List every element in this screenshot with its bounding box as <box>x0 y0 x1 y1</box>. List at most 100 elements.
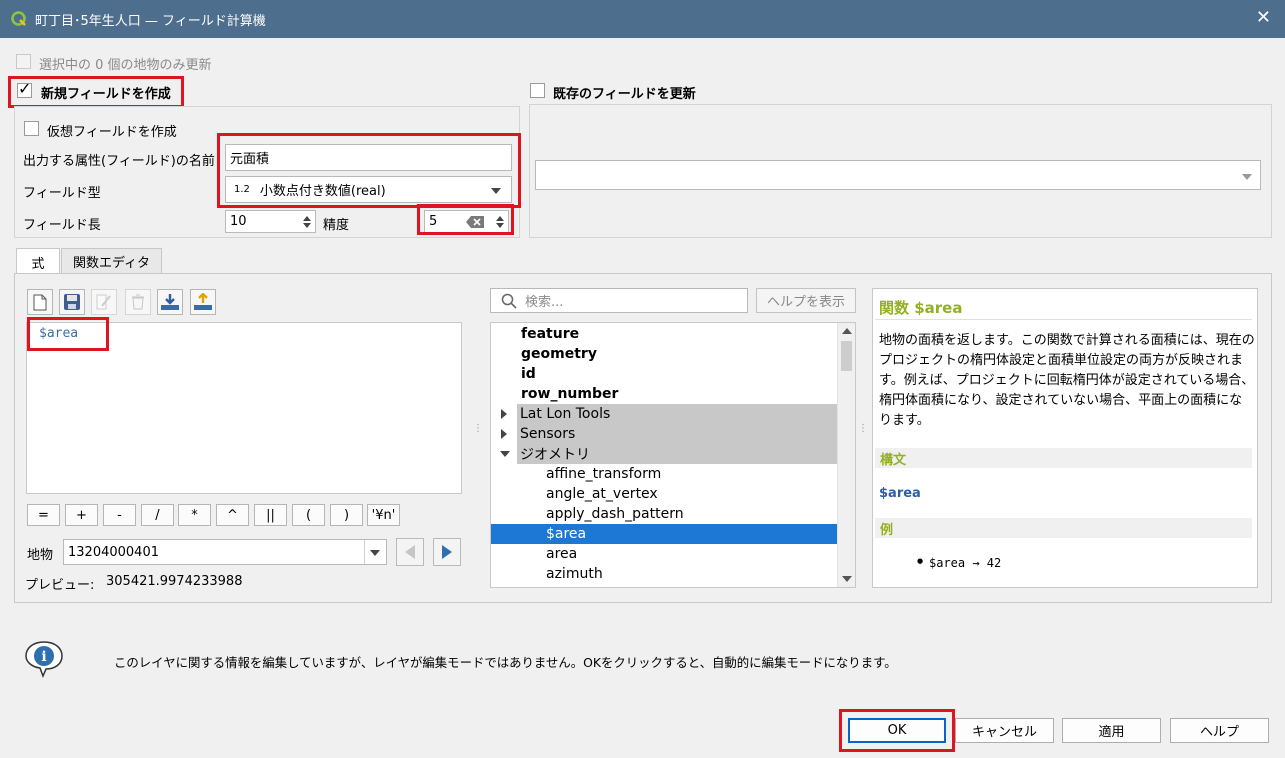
output-name-value: 元面積 <box>230 152 270 167</box>
arrow-left-icon <box>405 545 415 559</box>
ok-button[interactable]: OK <box>848 718 946 743</box>
create-new-field-checkbox[interactable] <box>17 79 32 98</box>
import-button[interactable] <box>157 289 183 315</box>
real-type-icon: 1.2 <box>234 184 250 195</box>
field-length-value: 10 <box>230 214 247 229</box>
only-selected-checkbox[interactable] <box>16 54 31 69</box>
tree-item[interactable]: id <box>491 364 837 384</box>
tree-item[interactable]: apply_dash_pattern <box>491 504 837 524</box>
tree-item[interactable]: affine_transform <box>491 464 837 484</box>
tree-item-selected[interactable]: $area <box>491 524 837 544</box>
expression-editor[interactable]: $area <box>26 322 462 494</box>
tree-item-label: Lat Lon Tools <box>520 406 611 422</box>
next-feature-button[interactable] <box>433 538 461 566</box>
tree-item[interactable]: azimuth <box>491 564 837 584</box>
new-file-button[interactable] <box>27 289 53 315</box>
expand-arrow-icon[interactable] <box>501 429 507 439</box>
search-icon <box>501 293 517 309</box>
splitter-handle[interactable]: ⋮ <box>473 424 483 434</box>
operator-power-button[interactable]: ^ <box>216 504 249 526</box>
feature-label: 地物 <box>27 548 54 563</box>
search-placeholder: 検索... <box>525 295 564 310</box>
tree-group[interactable]: Lat Lon Tools <box>517 404 837 424</box>
chevron-down-icon <box>491 188 501 194</box>
preview-value: 305421.9974233988 <box>106 574 243 589</box>
operator-newline-button[interactable]: '¥n' <box>367 504 400 526</box>
function-search-input[interactable]: 検索... <box>490 288 748 313</box>
help-button[interactable]: ヘルプ <box>1170 718 1269 743</box>
scroll-down-icon[interactable] <box>842 576 852 582</box>
tree-item[interactable]: geometry <box>491 344 837 364</box>
tree-scrollbar[interactable] <box>837 323 855 587</box>
field-length-spinbox[interactable]: 10 <box>225 210 316 233</box>
bullet-icon: ● <box>917 557 924 565</box>
precision-value: 5 <box>429 214 438 229</box>
tree-item-label: angle_at_vertex <box>546 486 658 502</box>
tree-item-label: Sensors <box>520 426 576 442</box>
tab-function-editor[interactable]: 関数エディタ <box>61 248 162 274</box>
operator-open-paren-button[interactable]: ( <box>292 504 325 526</box>
feature-select[interactable]: 13204000401 <box>63 539 387 565</box>
operator-equals-button[interactable]: = <box>27 504 60 526</box>
output-name-label: 出力する属性(フィールド)の名前 <box>23 154 215 169</box>
delete-button[interactable] <box>125 289 151 315</box>
download-icon <box>161 294 179 310</box>
tree-item-label: geometry <box>521 346 597 362</box>
field-type-select[interactable]: 1.2 小数点付き数値(real) <box>225 176 512 203</box>
show-help-button[interactable]: ヘルプを表示 <box>756 288 856 313</box>
create-new-field-label: 新規フィールドを作成 <box>41 87 171 102</box>
edit-button[interactable] <box>91 289 117 315</box>
qgis-logo-icon <box>11 11 26 26</box>
tree-item[interactable]: row_number <box>491 384 837 404</box>
tree-group[interactable]: Sensors <box>517 424 837 444</box>
edit-icon <box>96 294 111 310</box>
collapse-arrow-icon[interactable] <box>500 451 510 457</box>
info-icon: i <box>25 641 63 678</box>
expand-arrow-icon[interactable] <box>501 409 507 419</box>
virtual-field-label: 仮想フィールドを作成 <box>47 125 177 140</box>
tree-item[interactable]: area <box>491 544 837 564</box>
operator-plus-button[interactable]: + <box>65 504 98 526</box>
operator-multiply-button[interactable]: * <box>178 504 211 526</box>
clear-icon[interactable] <box>466 216 484 228</box>
splitter-handle[interactable]: ⋮ <box>858 424 868 434</box>
apply-button[interactable]: 適用 <box>1062 718 1161 743</box>
tree-item-label: azimuth <box>546 566 603 582</box>
examples-header: 例 <box>875 518 1252 538</box>
precision-spinbox[interactable]: 5 <box>424 210 509 233</box>
scroll-thumb[interactable] <box>841 341 852 371</box>
export-button[interactable] <box>190 289 216 315</box>
tree-item[interactable]: feature <box>491 324 837 344</box>
chevron-down-icon <box>370 550 380 556</box>
spin-arrows-icon[interactable] <box>300 212 314 231</box>
update-existing-checkbox[interactable] <box>530 83 545 98</box>
save-button[interactable] <box>59 289 85 315</box>
function-tree[interactable]: feature geometry id row_number Lat Lon T… <box>490 322 856 588</box>
cancel-button[interactable]: キャンセル <box>955 718 1054 743</box>
previous-feature-button[interactable] <box>396 538 424 566</box>
help-description: 地物の面積を返します。この関数で計算される面積には、現在のプロジェクトの楕円体設… <box>879 333 1255 428</box>
existing-field-select[interactable] <box>535 160 1261 190</box>
save-icon <box>64 294 80 310</box>
close-icon[interactable]: ✕ <box>1256 9 1271 27</box>
virtual-field-checkbox[interactable] <box>24 121 39 136</box>
only-selected-label: 選択中の 0 個の地物のみ更新 <box>39 58 212 73</box>
window-title: 町丁目･5年生人口 — フィールド計算機 <box>35 13 266 29</box>
operator-close-paren-button[interactable]: ) <box>330 504 363 526</box>
precision-label: 精度 <box>323 218 350 233</box>
update-existing-label: 既存のフィールドを更新 <box>553 87 696 102</box>
tree-item-label: id <box>521 366 536 382</box>
tree-item-label: row_number <box>521 386 619 402</box>
new-file-icon <box>33 294 47 310</box>
tab-expression[interactable]: 式 <box>16 248 60 275</box>
tree-group[interactable]: ジオメトリ <box>517 444 837 464</box>
tree-item[interactable]: angle_at_vertex <box>491 484 837 504</box>
divider <box>875 319 1252 320</box>
output-name-input[interactable]: 元面積 <box>225 144 512 171</box>
operator-divide-button[interactable]: / <box>141 504 174 526</box>
operator-concat-button[interactable]: || <box>254 504 287 526</box>
upload-icon <box>194 293 212 310</box>
spin-arrows-icon[interactable] <box>493 212 507 231</box>
scroll-up-icon[interactable] <box>842 328 852 334</box>
operator-minus-button[interactable]: - <box>103 504 136 526</box>
